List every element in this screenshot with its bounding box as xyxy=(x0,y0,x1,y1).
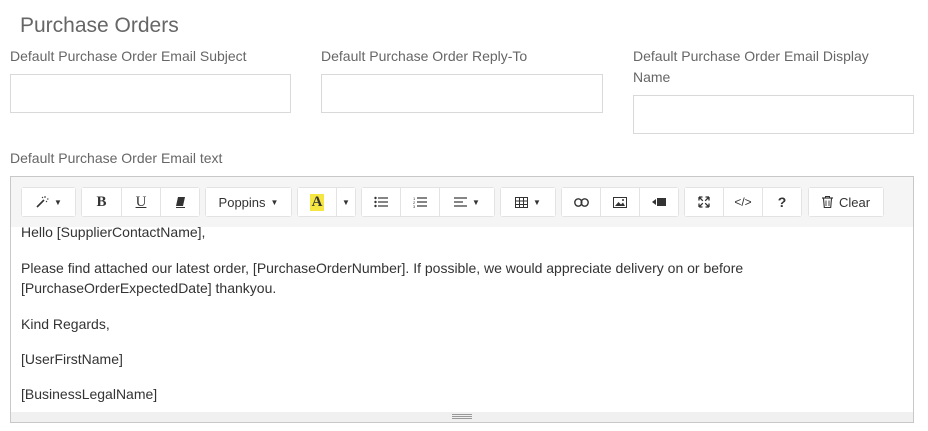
editor-resize-handle[interactable] xyxy=(11,412,913,422)
editor-line-closing: Kind Regards, xyxy=(21,316,110,332)
clear-format-button[interactable] xyxy=(161,188,199,216)
caret-down-icon: ▼ xyxy=(533,197,541,207)
link-icon xyxy=(573,197,589,207)
eraser-icon xyxy=(174,196,187,208)
email-text-editor: ▼ B U Poppins ▼ A ▼ 1 2 3 ▼ ▼ </> ? Clea… xyxy=(10,176,914,423)
display-name-input[interactable] xyxy=(633,95,914,134)
table-group: ▼ xyxy=(500,187,556,217)
underline-button[interactable]: U xyxy=(122,188,161,216)
numbered-list-icon: 123 xyxy=(413,196,427,208)
view-group: </> ? xyxy=(684,187,802,217)
color-group: A ▼ xyxy=(297,187,356,217)
editor-line-body-1: Please find attached our latest order, [… xyxy=(21,260,744,276)
editor-line-business-name: [BusinessLegalName] xyxy=(21,386,158,402)
table-dropdown-button[interactable]: ▼ xyxy=(501,188,555,216)
caret-down-icon: ▼ xyxy=(342,197,350,207)
table-icon xyxy=(515,196,529,208)
font-color-button[interactable]: A xyxy=(298,188,337,216)
subject-label: Default Purchase Order Email Subject xyxy=(10,48,247,64)
fullscreen-button[interactable] xyxy=(685,188,724,216)
video-icon xyxy=(652,197,666,207)
editor-line-body-2: [PurchaseOrderExpectedDate] thankyou. xyxy=(21,280,277,296)
insert-link-button[interactable] xyxy=(562,188,601,216)
editor-line-first-name: [UserFirstName] xyxy=(21,351,123,367)
editor-line-greeting: Hello [SupplierContactName], xyxy=(21,227,206,240)
display-name-label-line2: Name xyxy=(633,69,671,85)
resize-grip-icon xyxy=(452,414,472,419)
bullet-list-icon xyxy=(374,196,388,208)
svg-text:3: 3 xyxy=(413,204,416,208)
style-group: ▼ xyxy=(21,187,76,217)
page-title: Purchase Orders xyxy=(20,14,179,37)
ordered-list-button[interactable]: 123 xyxy=(401,188,440,216)
color-dropdown-button[interactable]: ▼ xyxy=(337,188,355,216)
reply-to-label: Default Purchase Order Reply-To xyxy=(321,48,528,64)
email-text-label: Default Purchase Order Email text xyxy=(10,150,223,166)
bold-button[interactable]: B xyxy=(82,188,122,216)
display-name-label: Default Purchase Order Email Display Nam… xyxy=(633,46,869,88)
trash-icon xyxy=(821,196,833,208)
caret-down-icon: ▼ xyxy=(54,197,62,207)
clear-group: Clear xyxy=(808,187,884,217)
style-dropdown-button[interactable]: ▼ xyxy=(22,188,75,216)
align-dropdown-button[interactable]: ▼ xyxy=(440,188,494,216)
font-style-group: B U xyxy=(81,187,200,217)
insert-group xyxy=(561,187,679,217)
font-name-label: Poppins xyxy=(218,194,266,210)
insert-image-button[interactable] xyxy=(601,188,640,216)
align-left-icon xyxy=(454,197,468,207)
code-view-button[interactable]: </> xyxy=(724,188,763,216)
caret-down-icon: ▼ xyxy=(270,197,279,207)
magic-wand-icon xyxy=(35,195,49,209)
insert-video-button[interactable] xyxy=(640,188,678,216)
caret-down-icon: ▼ xyxy=(472,197,480,207)
font-color-icon: A xyxy=(309,193,325,211)
editor-content-area[interactable]: Hello [SupplierContactName], Please find… xyxy=(11,227,913,413)
clear-button-label: Clear xyxy=(838,194,871,210)
expand-icon xyxy=(698,196,710,208)
clear-button[interactable]: Clear xyxy=(809,188,883,216)
email-subject-input[interactable] xyxy=(10,74,291,113)
help-button[interactable]: ? xyxy=(763,188,801,216)
image-icon xyxy=(613,196,627,208)
editor-toolbar: ▼ B U Poppins ▼ A ▼ 1 2 3 ▼ ▼ </> ? Clea… xyxy=(11,177,913,227)
display-name-label-line1: Default Purchase Order Email Display xyxy=(633,48,869,64)
reply-to-input[interactable] xyxy=(321,74,603,113)
paragraph-group: 123 ▼ xyxy=(361,187,495,217)
unordered-list-button[interactable] xyxy=(362,188,401,216)
font-name-dropdown[interactable]: Poppins ▼ xyxy=(206,188,291,216)
font-name-group: Poppins ▼ xyxy=(205,187,292,217)
